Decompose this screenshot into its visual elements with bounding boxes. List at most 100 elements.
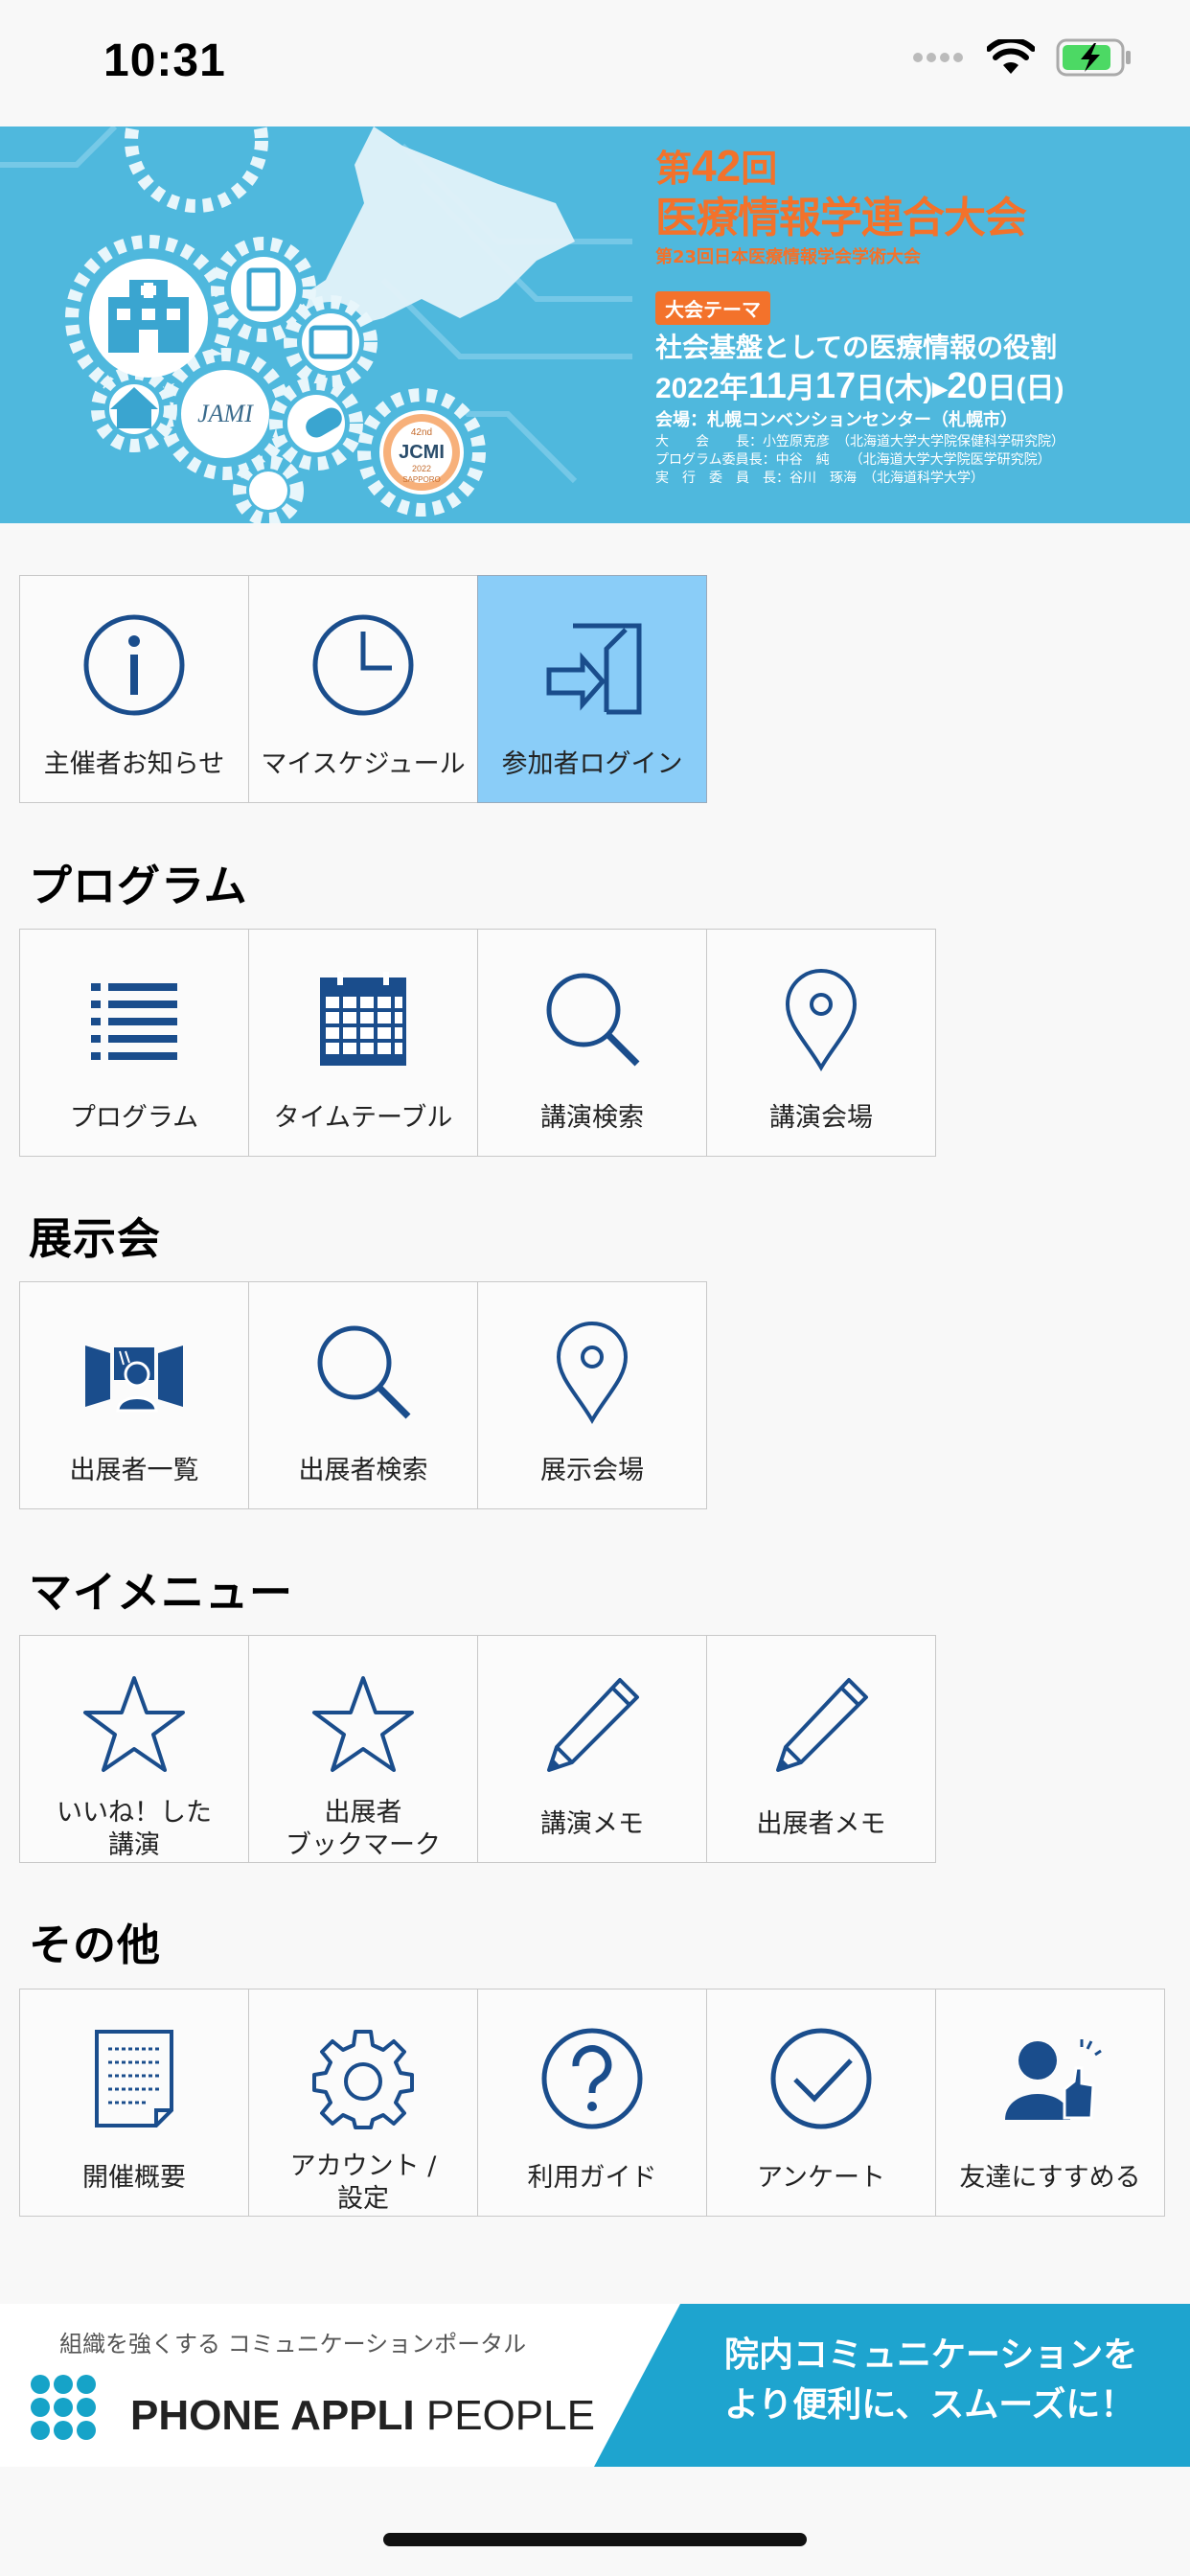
section-title-mymenu: マイメニュー xyxy=(29,1567,294,1618)
jami-logo-text: JAMI xyxy=(197,400,254,427)
tile-label: 講演検索 xyxy=(540,1103,644,1133)
tile-label: 展示会場 xyxy=(540,1456,644,1485)
wifi-icon xyxy=(987,39,1035,74)
tile-label: いいね！した 講演 xyxy=(20,1797,248,1862)
calendar-icon xyxy=(320,972,406,1066)
banner-venue: 会場：札幌コンベンションセンター（札幌市） xyxy=(655,410,1018,430)
my-schedule-button[interactable]: マイスケジュール xyxy=(248,575,478,803)
survey-button[interactable]: アンケート xyxy=(706,1989,936,2217)
exhibitor-list-button[interactable]: 出展者一覧 xyxy=(19,1281,249,1509)
banner-title: 医療情報学連合大会 xyxy=(655,194,1027,242)
tile-label: 開催概要 xyxy=(82,2163,186,2193)
battery-charging-icon xyxy=(1056,38,1131,77)
exhibition-venue-button[interactable]: 展示会場 xyxy=(477,1281,707,1509)
check-circle-icon xyxy=(770,2028,872,2129)
tile-label: アンケート xyxy=(757,2163,885,2193)
exhibitor-search-button[interactable]: 出展者検索 xyxy=(248,1281,478,1509)
jcmi-city-text: SAPPORO xyxy=(402,475,441,484)
status-bar: 10:31 xyxy=(0,0,1190,126)
signal-icon xyxy=(913,53,963,62)
tile-label: タイムテーブル xyxy=(273,1103,453,1133)
status-time: 10:31 xyxy=(103,35,226,86)
date-arrow: ▸ xyxy=(932,373,948,404)
jcmi-year-text: 2022 xyxy=(412,464,431,473)
tile-label: 出展者メモ xyxy=(756,1809,886,1839)
date-end-unit: 日(日) xyxy=(987,373,1064,404)
ad-brand-bold: PHONE APPLI xyxy=(130,2392,415,2439)
theme-badge: 大会テーマ xyxy=(655,291,770,325)
login-icon xyxy=(546,623,642,715)
banner-theme: 社会基盤としての医療情報の役割 xyxy=(655,332,1058,363)
edition-prefix: 第 xyxy=(655,150,693,190)
section-title-program: プログラム xyxy=(29,861,248,911)
tile-label: 利用ガイド xyxy=(527,2163,657,2193)
recommend-to-friend-button[interactable]: 友達にすすめる xyxy=(935,1989,1165,2217)
exhibitor-memo-button[interactable]: 出展者メモ xyxy=(706,1635,936,1863)
clock-icon xyxy=(312,614,414,716)
recommend-icon xyxy=(1005,2039,1102,2120)
session-search-button[interactable]: 講演検索 xyxy=(477,929,707,1157)
tile-label: 講演メモ xyxy=(540,1809,644,1839)
program-list-button[interactable]: プログラム xyxy=(19,929,249,1157)
conference-banner: JAMI 42nd JCMI 2022 SAPPORO 第42回 医療情報学連合… xyxy=(0,126,1190,523)
ad-copy-line1: 院内コミュニケーションを xyxy=(724,2335,1138,2375)
session-memo-button[interactable]: 講演メモ xyxy=(477,1635,707,1863)
tile-label: 主催者お知らせ xyxy=(43,749,225,779)
search-icon xyxy=(317,1325,411,1419)
date-start-day: 17 xyxy=(814,366,857,406)
banner-staff-1: 大 会 長：小笠原克彦 （北海道大学大学院保健科学研究院） xyxy=(655,434,1064,449)
tile-label-line1: アカウント / xyxy=(289,2151,437,2181)
tile-label-line2: 設定 xyxy=(337,2184,389,2214)
section-title-others: その他 xyxy=(29,1920,162,1970)
ad-brand: PHONE APPLI PEOPLE xyxy=(130,2392,595,2440)
timetable-button[interactable]: タイムテーブル xyxy=(248,929,478,1157)
tile-label: プログラム xyxy=(69,1103,199,1133)
ad-copy-line2: より便利に、スムーズに！ xyxy=(724,2385,1135,2425)
edition-suffix: 回 xyxy=(741,150,778,190)
ad-banner[interactable]: 組織を強くする コミュニケーションポータル PHONE APPLI PEOPLE… xyxy=(0,2304,1190,2467)
ad-brand-light: PEOPLE xyxy=(414,2392,595,2439)
mymenu-grid: いいね！した 講演 出展者 ブックマーク 講演メモ 出展者メモ xyxy=(19,1635,936,1863)
document-icon xyxy=(95,2030,173,2128)
date-month-unit: 月 xyxy=(786,373,815,404)
banner-subtitle: 第23回日本医療情報学会学術大会 xyxy=(655,247,922,267)
tile-label-line1: いいね！した xyxy=(57,1798,212,1828)
star-icon xyxy=(83,1676,185,1772)
banner-staff-2: プログラム委員長：中谷 純 （北海道大学大学院医学研究院） xyxy=(655,452,1051,468)
exhibitor-bookmark-button[interactable]: 出展者 ブックマーク xyxy=(248,1635,478,1863)
tile-label-line2: ブックマーク xyxy=(286,1830,441,1860)
session-venue-button[interactable]: 講演会場 xyxy=(706,929,936,1157)
account-settings-button[interactable]: アカウント / 設定 xyxy=(248,1989,478,2217)
jcmi-edition-text: 42nd xyxy=(411,427,432,438)
event-overview-button[interactable]: 開催概要 xyxy=(19,1989,249,2217)
tile-label: アカウント / 設定 xyxy=(249,2150,477,2216)
liked-sessions-button[interactable]: いいね！した 講演 xyxy=(19,1635,249,1863)
tile-label: 講演会場 xyxy=(769,1103,873,1133)
phone-appli-logo-icon xyxy=(31,2375,96,2440)
banner-date: 2022年11月17日(木)▸20日(日) xyxy=(655,367,1173,408)
tile-label: 友達にすすめる xyxy=(959,2163,1141,2193)
tile-label: 出展者検索 xyxy=(298,1456,428,1485)
search-icon xyxy=(546,973,640,1067)
tile-label: 参加者ログイン xyxy=(501,749,683,779)
pencil-icon xyxy=(776,1678,868,1772)
others-grid: 開催概要 アカウント / 設定 利用ガイド アンケート 友達にすすめる xyxy=(19,1989,1165,2217)
participant-login-button[interactable]: 参加者ログイン xyxy=(477,575,707,803)
banner-gear-illustration: JAMI 42nd JCMI 2022 SAPPORO xyxy=(0,126,632,523)
organizer-notice-button[interactable]: 主催者お知らせ xyxy=(19,575,249,803)
tile-label: 出展者一覧 xyxy=(69,1456,199,1485)
map-pin-icon xyxy=(785,969,858,1071)
gear-icon xyxy=(312,2030,414,2129)
home-indicator[interactable] xyxy=(383,2533,807,2546)
pencil-icon xyxy=(547,1678,639,1772)
help-icon xyxy=(541,2028,643,2129)
star-icon xyxy=(312,1676,414,1772)
exhibition-grid: 出展者一覧 出展者検索 展示会場 xyxy=(19,1281,707,1509)
list-icon xyxy=(91,983,177,1060)
user-guide-button[interactable]: 利用ガイド xyxy=(477,1989,707,2217)
info-icon xyxy=(83,614,185,716)
date-start-unit: 日(木) xyxy=(856,373,933,404)
ad-copy: 院内コミュニケーションを より便利に、スムーズに！ xyxy=(724,2331,1137,2430)
tile-label-line1: 出展者 xyxy=(324,1798,402,1828)
date-month: 11 xyxy=(747,366,787,406)
